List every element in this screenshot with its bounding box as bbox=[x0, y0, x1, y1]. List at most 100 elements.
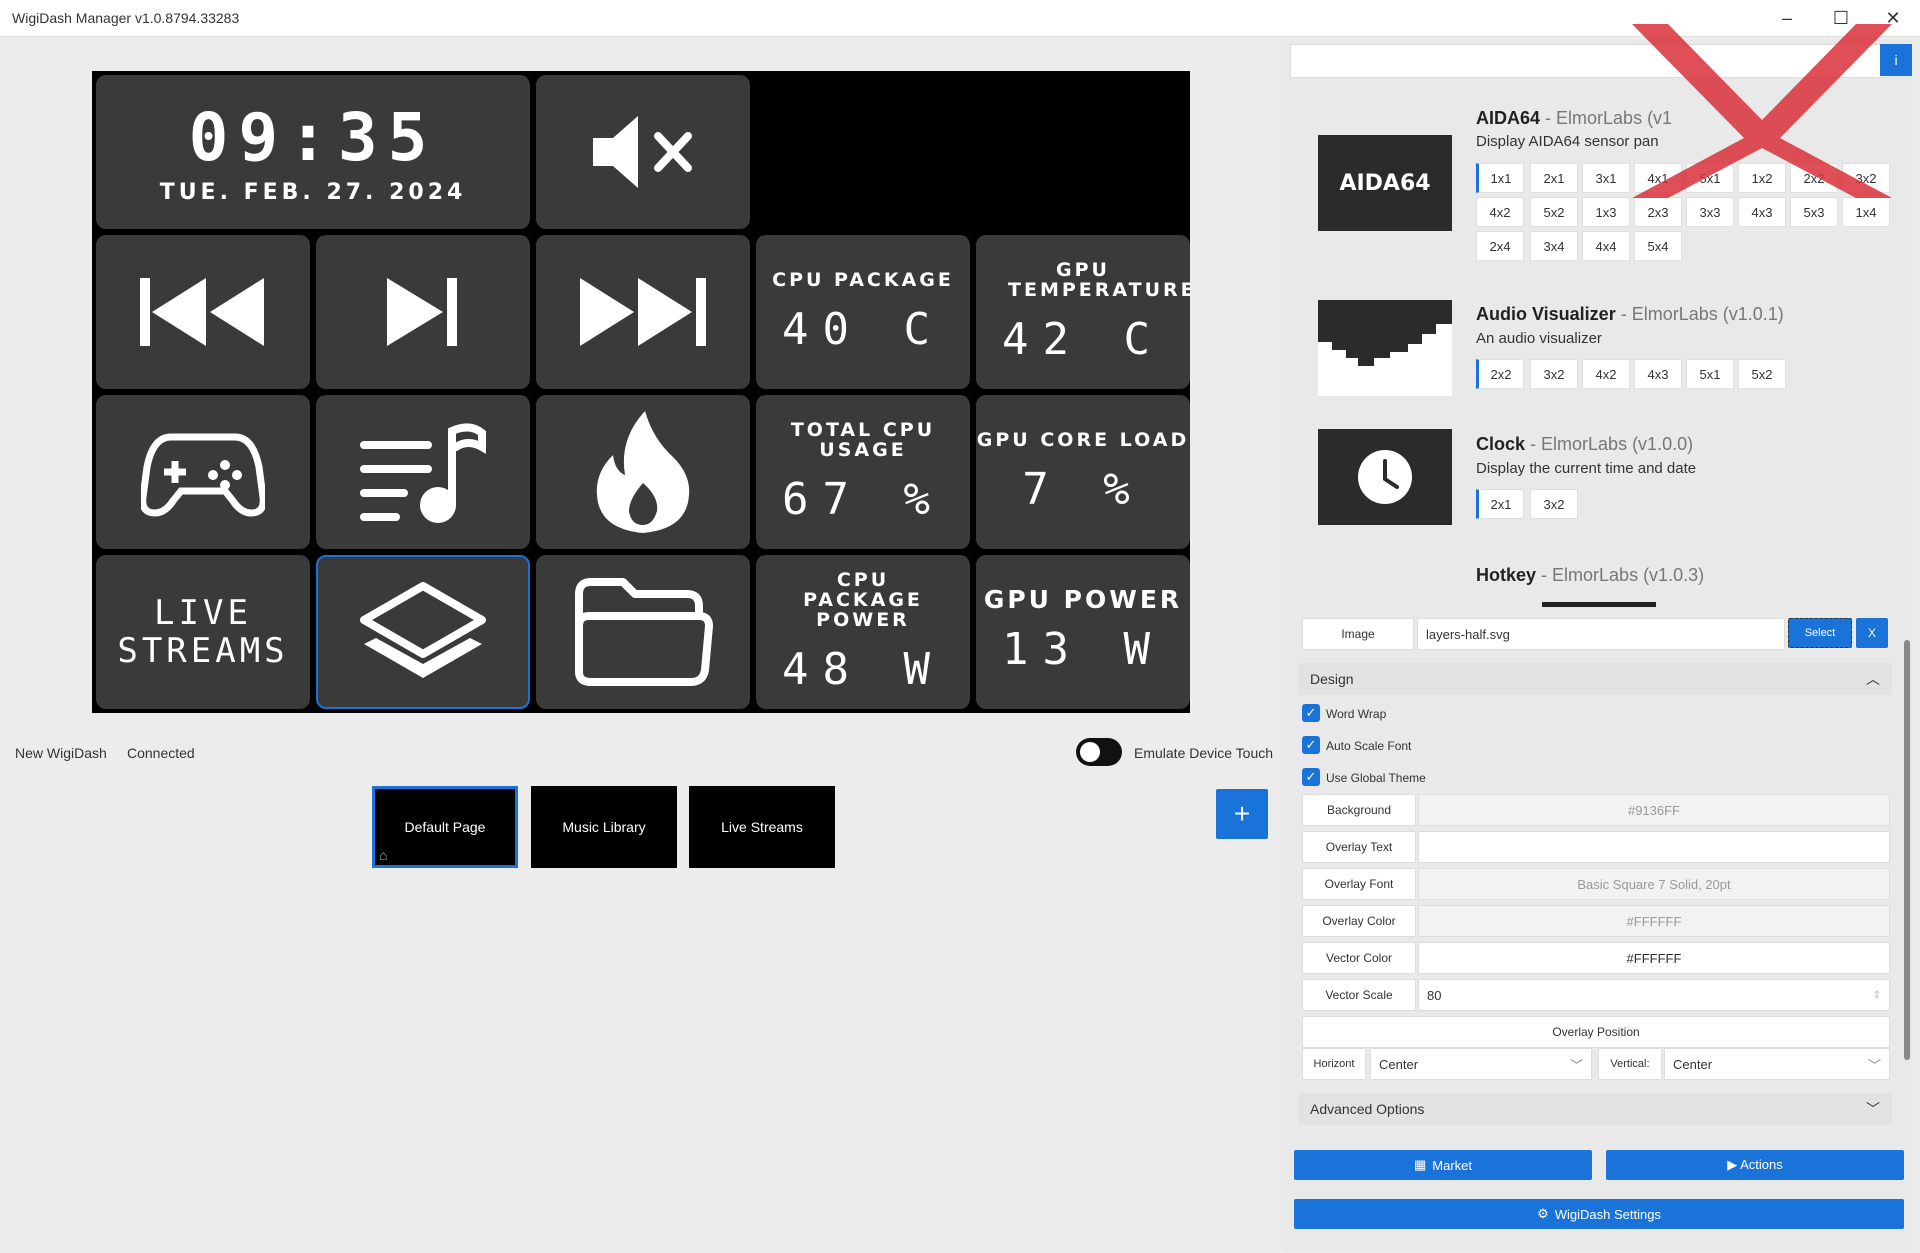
page-live-streams[interactable]: Live Streams bbox=[689, 786, 835, 868]
size-option[interactable]: 3x1 bbox=[1582, 163, 1630, 193]
flame-icon bbox=[596, 411, 690, 533]
music-playlist-icon bbox=[360, 423, 486, 523]
size-option[interactable]: 5x1 bbox=[1686, 359, 1734, 389]
size-option[interactable]: 1x3 bbox=[1582, 197, 1630, 227]
size-option[interactable]: 1x1 bbox=[1476, 163, 1524, 193]
size-option[interactable]: 3x2 bbox=[1530, 359, 1578, 389]
image-path-field[interactable]: layers-half.svg bbox=[1417, 618, 1785, 650]
select-image-button[interactable]: Select bbox=[1788, 618, 1852, 648]
background-field[interactable]: #9136FF bbox=[1418, 794, 1890, 826]
vector-color-field[interactable]: #FFFFFF bbox=[1418, 942, 1890, 974]
horizontal-select[interactable]: Center ﹀ bbox=[1370, 1048, 1592, 1080]
size-option[interactable]: 4x2 bbox=[1476, 197, 1524, 227]
window-title: WigiDash Manager v1.0.8794.33283 bbox=[12, 10, 240, 26]
page-music-library[interactable]: Music Library bbox=[531, 786, 677, 868]
size-option[interactable]: 2x1 bbox=[1530, 163, 1578, 193]
live-streams-label: LIVE STREAMS bbox=[117, 593, 289, 671]
size-option[interactable]: 2x2 bbox=[1476, 359, 1524, 389]
size-option[interactable]: 5x2 bbox=[1530, 197, 1578, 227]
spinner-arrows-icon[interactable]: ⇕ bbox=[1873, 990, 1881, 1001]
chevron-down-icon: ﹀ bbox=[1867, 1057, 1881, 1073]
sensor-value: 42 C bbox=[1002, 313, 1164, 365]
size-option[interactable]: 4x4 bbox=[1582, 231, 1630, 261]
device-name[interactable]: New WigiDash bbox=[15, 745, 107, 761]
wigidash-settings-button[interactable]: ⚙ WigiDash Settings bbox=[1294, 1199, 1904, 1229]
actions-button[interactable]: ▶ Actions bbox=[1606, 1150, 1904, 1180]
market-icon: ▦ bbox=[1413, 1157, 1427, 1172]
mute-tile[interactable] bbox=[536, 75, 750, 229]
add-page-button[interactable]: + bbox=[1216, 789, 1268, 839]
sensor-value: 7 % bbox=[1022, 463, 1144, 515]
next-track-tile[interactable] bbox=[536, 235, 750, 389]
music-library-tile[interactable] bbox=[316, 395, 530, 549]
clock-icon bbox=[1358, 450, 1412, 504]
plugin-description: Display the current time and date bbox=[1476, 460, 1697, 477]
size-option[interactable]: 3x4 bbox=[1530, 231, 1578, 261]
cpu-power-tile[interactable]: CPU PACKAGE POWER 48 W bbox=[756, 555, 970, 709]
overlay-color-label: Overlay Color bbox=[1302, 905, 1416, 937]
gpu-power-tile[interactable]: GPU POWER 13 W bbox=[976, 555, 1190, 709]
plugin-title: Audio Visualizer - ElmorLabs (v1.0.1) bbox=[1476, 304, 1784, 325]
sensor-label: GPU POWER bbox=[983, 584, 1183, 614]
sensor-value: 67 % bbox=[782, 473, 944, 525]
live-streams-tile[interactable]: LIVE STREAMS bbox=[96, 555, 310, 709]
gpu-load-tile[interactable]: GPU CORE LOAD 7 % bbox=[976, 395, 1190, 549]
overlay-text-label: Overlay Text bbox=[1302, 831, 1416, 863]
plugin-author: - ElmorLabs (v1.0.0) bbox=[1525, 434, 1694, 454]
vector-color-label: Vector Color bbox=[1302, 942, 1416, 974]
watermark-logo bbox=[1632, 24, 1892, 198]
gpu-temperature-tile[interactable]: GPU TEMPERATURE 42 C bbox=[976, 235, 1190, 389]
fast-forward-icon bbox=[580, 278, 706, 346]
advanced-options-header[interactable]: Advanced Options ﹀ bbox=[1298, 1093, 1892, 1125]
sensor-label: TOTAL CPU USAGE bbox=[790, 418, 936, 461]
emulate-touch-toggle[interactable] bbox=[1076, 738, 1122, 766]
horizontal-value: Center bbox=[1379, 1056, 1419, 1072]
auto-scale-font-checkbox[interactable]: ✓ bbox=[1302, 736, 1320, 754]
previous-track-icon bbox=[140, 278, 264, 346]
chevron-down-icon: ﹀ bbox=[1569, 1057, 1583, 1073]
page-label: Default Page bbox=[404, 819, 486, 835]
page-default[interactable]: Default Page ⌂ bbox=[372, 786, 518, 868]
play-pause-tile[interactable] bbox=[316, 235, 530, 389]
size-option[interactable]: 2x1 bbox=[1476, 489, 1524, 519]
cpu-usage-tile[interactable]: TOTAL CPU USAGE 67 % bbox=[756, 395, 970, 549]
use-global-theme-checkbox[interactable]: ✓ bbox=[1302, 768, 1320, 786]
plugin-title: Clock - ElmorLabs (v1.0.0) bbox=[1476, 434, 1693, 455]
folder-tile[interactable] bbox=[536, 555, 750, 709]
clock-widget[interactable]: 09:35 TUE. FEB. 27. 2024 bbox=[96, 75, 530, 229]
market-button[interactable]: ▦ Market bbox=[1294, 1150, 1592, 1180]
size-option[interactable]: 4x2 bbox=[1582, 359, 1630, 389]
speaker-mute-icon bbox=[593, 116, 692, 188]
size-option[interactable]: 3x2 bbox=[1530, 489, 1578, 519]
word-wrap-checkbox[interactable]: ✓ bbox=[1302, 704, 1320, 722]
plugin-author: - ElmorLabs (v1.0.1) bbox=[1615, 304, 1784, 324]
size-option[interactable]: 2x4 bbox=[1476, 231, 1524, 261]
overlay-color-field[interactable]: #FFFFFF bbox=[1418, 905, 1890, 937]
gaming-tile[interactable] bbox=[96, 395, 310, 549]
previous-track-tile[interactable] bbox=[96, 235, 310, 389]
fire-tile[interactable] bbox=[536, 395, 750, 549]
clock-thumbnail bbox=[1318, 429, 1452, 525]
vertical-label: Vertical: bbox=[1598, 1048, 1662, 1080]
layers-tile[interactable] bbox=[316, 555, 530, 709]
overlay-text-field[interactable] bbox=[1418, 831, 1890, 863]
checkbox-label: Auto Scale Font bbox=[1326, 739, 1412, 753]
plugin-author: - ElmorLabs (v1.0.3) bbox=[1536, 565, 1705, 585]
aida64-logo-text: AIDA64 bbox=[1339, 170, 1431, 196]
design-section-header[interactable]: Design ︿ bbox=[1298, 663, 1892, 695]
size-option[interactable]: 5x4 bbox=[1634, 231, 1682, 261]
size-option[interactable]: 4x3 bbox=[1634, 359, 1682, 389]
aida64-logo: AIDA64 bbox=[1318, 135, 1452, 231]
scrollbar[interactable] bbox=[1904, 640, 1910, 1060]
vector-scale-stepper[interactable]: 80 ⇕ bbox=[1418, 979, 1890, 1011]
checkbox-label: Use Global Theme bbox=[1326, 771, 1426, 785]
plugin-description: An audio visualizer bbox=[1476, 330, 1602, 347]
size-option[interactable]: 5x2 bbox=[1738, 359, 1786, 389]
vector-scale-value: 80 bbox=[1427, 987, 1442, 1003]
cpu-package-tile[interactable]: CPU PACKAGE 40 C bbox=[756, 235, 970, 389]
clear-image-button[interactable]: X bbox=[1856, 618, 1888, 648]
overlay-position-header: Overlay Position bbox=[1302, 1016, 1890, 1048]
overlay-font-field[interactable]: Basic Square 7 Solid, 20pt bbox=[1418, 868, 1890, 900]
clock-date: TUE. FEB. 27. 2024 bbox=[159, 180, 467, 205]
vertical-select[interactable]: Center ﹀ bbox=[1664, 1048, 1890, 1080]
